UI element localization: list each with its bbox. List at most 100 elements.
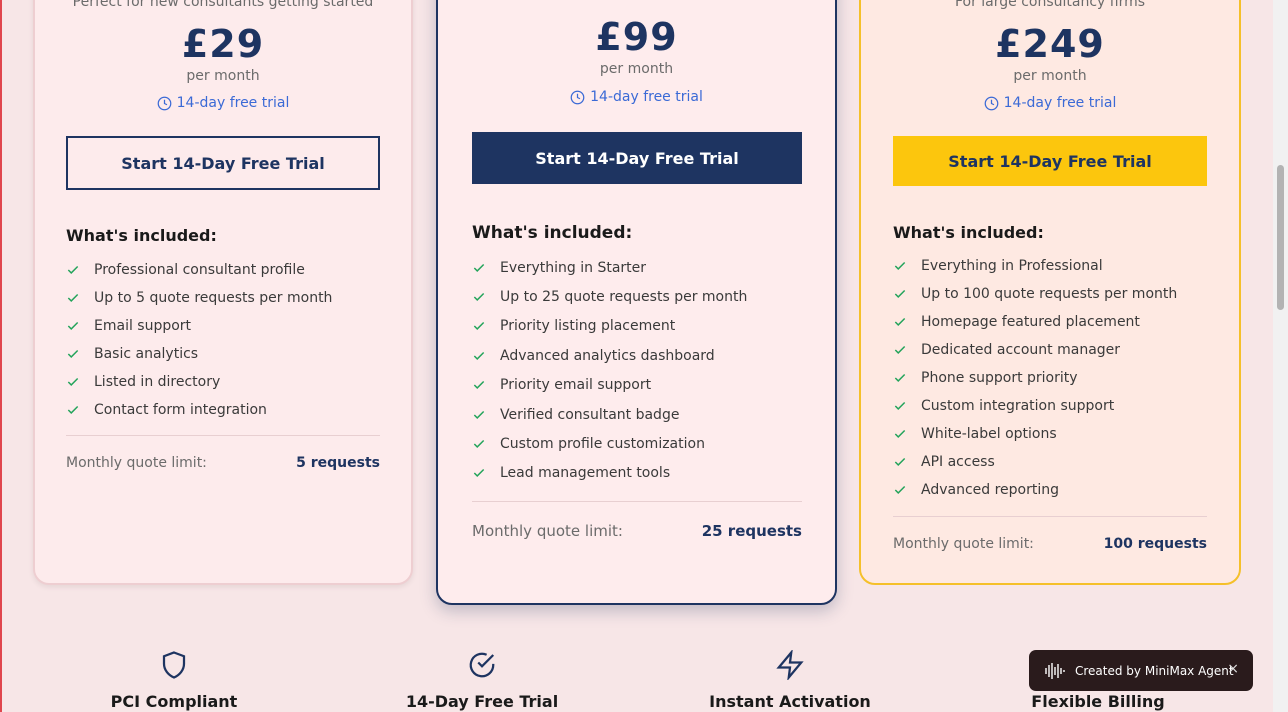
check-icon bbox=[473, 410, 485, 419]
trust-label: 14-Day Free Trial bbox=[405, 692, 559, 711]
shield-icon bbox=[162, 651, 186, 679]
scrollbar-thumb[interactable] bbox=[1277, 165, 1284, 310]
check-icon bbox=[473, 439, 485, 448]
quote-limit-label: Monthly quote limit: bbox=[472, 522, 623, 540]
plan-period: per month bbox=[599, 61, 674, 77]
close-icon[interactable]: × bbox=[1227, 661, 1239, 677]
clock-icon bbox=[157, 96, 171, 110]
trust-label: Flexible Billing bbox=[1031, 692, 1165, 711]
trust-item-activation: Instant Activation bbox=[660, 650, 920, 711]
feature-item: Dedicated account manager bbox=[893, 342, 1120, 358]
page-left-edge bbox=[0, 0, 2, 712]
trust-label: PCI Compliant bbox=[110, 692, 238, 711]
check-icon bbox=[67, 265, 79, 274]
divider bbox=[472, 501, 802, 502]
check-icon bbox=[473, 292, 485, 301]
feature-item: Custom profile customization bbox=[472, 436, 705, 452]
trial-note-text: 14-day free trial bbox=[1003, 95, 1117, 111]
feature-item: Up to 100 quote requests per month bbox=[893, 286, 1177, 302]
feature-item: Up to 25 quote requests per month bbox=[472, 289, 747, 305]
check-icon bbox=[67, 377, 79, 386]
divider bbox=[893, 516, 1207, 517]
check-icon bbox=[473, 351, 485, 360]
quote-limit-row: Monthly quote limit: 100 requests bbox=[893, 536, 1207, 552]
quote-limit-row: Monthly quote limit: 25 requests bbox=[472, 522, 802, 540]
feature-item: Basic analytics bbox=[66, 346, 198, 362]
plan-price: £29 bbox=[181, 22, 265, 66]
check-icon bbox=[473, 321, 485, 330]
divider bbox=[66, 435, 380, 436]
quote-limit-row: Monthly quote limit: 5 requests bbox=[66, 455, 380, 471]
trial-note: 14-day free trial bbox=[438, 89, 835, 105]
quote-limit-value: 100 requests bbox=[1103, 536, 1207, 552]
feature-item: Custom integration support bbox=[893, 398, 1114, 414]
plan-period: per month bbox=[1013, 68, 1087, 84]
plan-period: per month bbox=[186, 68, 260, 84]
plan-card-professional: £99 per month 14-day free trial Start 14… bbox=[436, 0, 837, 605]
minimax-agent-badge[interactable]: Created by MiniMax Agent × bbox=[1029, 650, 1253, 691]
plan-tagline: For large consultancy firms bbox=[954, 0, 1146, 10]
check-icon bbox=[473, 263, 485, 272]
lightning-icon bbox=[776, 650, 804, 680]
check-icon bbox=[894, 401, 906, 410]
trust-item-pci: PCI Compliant bbox=[44, 650, 304, 711]
trust-item-trial: 14-Day Free Trial bbox=[352, 650, 612, 711]
feature-item: Homepage featured placement bbox=[893, 314, 1140, 330]
plan-card-enterprise: For large consultancy firms £249 per mon… bbox=[859, 0, 1241, 585]
feature-item: Advanced analytics dashboard bbox=[472, 348, 715, 364]
badge-text: Created by MiniMax Agent bbox=[1075, 663, 1234, 678]
plan-tagline: Perfect for new consultants getting star… bbox=[72, 0, 374, 10]
check-icon bbox=[894, 317, 906, 326]
check-circle-icon bbox=[469, 652, 495, 678]
plan-price: £249 bbox=[995, 22, 1105, 66]
trial-note-text: 14-day free trial bbox=[590, 89, 703, 105]
feature-item: Professional consultant profile bbox=[66, 262, 305, 278]
clock-icon bbox=[570, 90, 585, 104]
trust-label: Instant Activation bbox=[709, 692, 871, 711]
start-trial-button-professional[interactable]: Start 14-Day Free Trial bbox=[472, 132, 802, 184]
check-icon bbox=[894, 289, 906, 298]
quote-limit-value: 25 requests bbox=[701, 522, 802, 540]
feature-item: Up to 5 quote requests per month bbox=[66, 290, 332, 306]
trial-note-text: 14-day free trial bbox=[176, 95, 290, 111]
included-title: What's included: bbox=[893, 223, 1044, 242]
start-trial-button-enterprise[interactable]: Start 14-Day Free Trial bbox=[893, 136, 1207, 186]
feature-item: Listed in directory bbox=[66, 374, 220, 390]
feature-item: API access bbox=[893, 454, 995, 470]
check-icon bbox=[894, 261, 906, 270]
feature-item: Verified consultant badge bbox=[472, 407, 679, 423]
check-icon bbox=[473, 380, 485, 389]
feature-item: Priority listing placement bbox=[472, 318, 675, 334]
feature-item: Everything in Professional bbox=[893, 258, 1103, 274]
included-title: What's included: bbox=[66, 226, 217, 245]
quote-limit-label: Monthly quote limit: bbox=[66, 455, 207, 471]
plan-card-starter: Perfect for new consultants getting star… bbox=[33, 0, 413, 585]
clock-icon bbox=[984, 96, 998, 110]
check-icon bbox=[894, 373, 906, 382]
included-title: What's included: bbox=[472, 223, 633, 243]
check-icon bbox=[894, 485, 906, 494]
trial-note: 14-day free trial bbox=[861, 95, 1239, 111]
feature-item: Lead management tools bbox=[472, 465, 670, 481]
feature-item: White-label options bbox=[893, 426, 1057, 442]
check-icon bbox=[67, 293, 79, 302]
start-trial-button-starter[interactable]: Start 14-Day Free Trial bbox=[66, 136, 380, 190]
check-icon bbox=[894, 429, 906, 438]
feature-item: Phone support priority bbox=[893, 370, 1078, 386]
feature-item: Everything in Starter bbox=[472, 260, 646, 276]
feature-item: Priority email support bbox=[472, 377, 651, 393]
feature-item: Email support bbox=[66, 318, 191, 334]
plan-price: £99 bbox=[595, 15, 678, 59]
waveform-icon bbox=[1045, 662, 1065, 679]
check-icon bbox=[67, 405, 79, 414]
quote-limit-label: Monthly quote limit: bbox=[893, 536, 1034, 552]
check-icon bbox=[894, 345, 906, 354]
trial-note: 14-day free trial bbox=[35, 95, 411, 111]
check-icon bbox=[67, 321, 79, 330]
quote-limit-value: 5 requests bbox=[296, 455, 380, 471]
feature-item: Contact form integration bbox=[66, 402, 267, 418]
feature-item: Advanced reporting bbox=[893, 482, 1059, 498]
check-icon bbox=[67, 349, 79, 358]
scrollbar[interactable] bbox=[1273, 0, 1288, 712]
check-icon bbox=[894, 457, 906, 466]
